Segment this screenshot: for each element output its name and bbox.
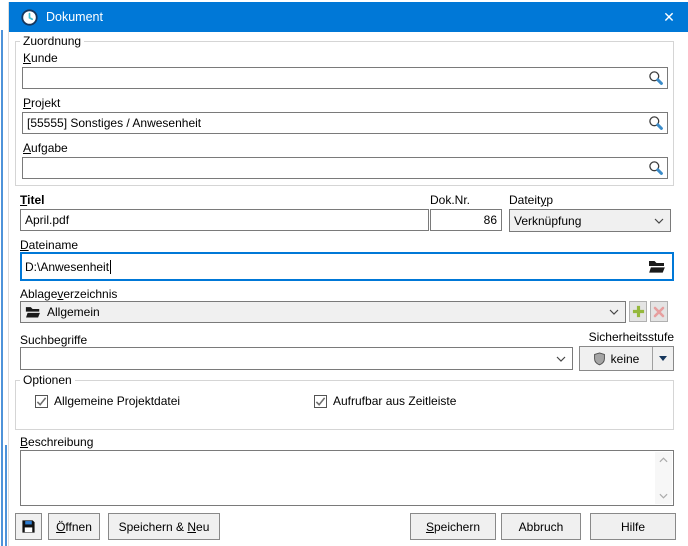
chevron-down-icon [609,309,619,315]
titel-input[interactable] [21,210,428,230]
dokument-dialog: Dokument ✕ Zuordnung Kunde Projekt Aufga… [8,2,688,546]
chevron-down-icon [659,493,668,499]
aufgabe-label: Aufgabe [23,141,68,155]
suchbegriffe-combo[interactable] [20,347,573,370]
sicherheitsstufe-button[interactable]: keine [579,346,674,371]
dateiname-label: Dateiname [20,238,78,252]
aufgabe-input[interactable] [23,158,667,178]
titel-label: Titel [20,193,44,207]
chevron-down-icon [654,218,664,224]
window-title: Dokument [46,10,103,24]
projekt-field [22,112,668,134]
background-window-edge [1,30,3,546]
save-icon [21,519,36,534]
projekt-input[interactable] [23,113,667,133]
checkbox-label: Aufrufbar aus Zeitleiste [333,394,456,408]
save-icon-button[interactable] [15,513,42,540]
chevron-down-icon [556,356,566,362]
kunde-input[interactable] [23,68,667,88]
folder-open-icon[interactable] [648,260,666,274]
speichern-button[interactable]: Speichern [410,513,496,540]
speichern-label: Speichern [426,520,480,534]
hilfe-label: Hilfe [621,520,645,534]
remove-folder-button[interactable] [650,301,668,322]
kunde-label: Kunde [23,51,58,65]
abbruch-button[interactable]: Abbruch [501,513,581,540]
aufgabe-field [22,157,668,179]
dateiname-value: D:\Anwesenheit [25,260,109,274]
search-icon[interactable] [648,160,664,176]
scroll-down-button[interactable] [655,488,672,504]
dateityp-select[interactable]: Verknüpfung [509,209,671,232]
titel-field [20,209,429,231]
hilfe-button[interactable]: Hilfe [590,513,676,540]
plus-icon [632,305,645,318]
search-icon[interactable] [648,115,664,131]
ablageverzeichnis-value: Allgemein [47,305,100,319]
checkbox-allgemeine-projektdatei[interactable]: Allgemeine Projektdatei [35,394,180,408]
dropdown-arrow-icon [659,356,667,361]
checkmark-icon [36,396,47,407]
sicherheitsstufe-main[interactable]: keine [580,347,652,370]
beschreibung-textarea[interactable] [20,450,674,506]
checkbox-box[interactable] [314,395,327,408]
abbruch-label: Abbruch [519,520,564,534]
checkbox-box[interactable] [35,395,48,408]
clock-app-icon [21,9,38,26]
dateityp-value: Verknüpfung [514,214,581,228]
close-button[interactable]: ✕ [649,2,688,32]
sicherheitsstufe-value: keine [611,352,640,366]
zuordnung-legend: Zuordnung [20,34,84,48]
kunde-field [22,67,668,89]
suchbegriffe-label: Suchbegriffe [20,333,87,347]
doknr-field [430,209,502,231]
close-icon: ✕ [663,9,675,26]
sicherheitsstufe-label: Sicherheitsstufe [579,330,674,344]
titlebar: Dokument ✕ [9,2,688,32]
optionen-legend: Optionen [20,373,75,387]
doknr-label: Dok.Nr. [430,193,470,207]
shield-icon [593,352,606,366]
speichern-und-neu-button[interactable]: Speichern & Neu [108,513,220,540]
background-window-edge [5,445,7,546]
oeffnen-label: Öffnen [56,520,92,534]
ablageverzeichnis-label: Ablageverzeichnis [20,287,117,301]
beschreibung-label: Beschreibung [20,435,93,449]
ablageverzeichnis-select[interactable]: Allgemein [20,301,626,323]
search-icon[interactable] [648,70,664,86]
checkbox-aufrufbar-aus-zeitleiste[interactable]: Aufrufbar aus Zeitleiste [314,394,456,408]
folder-icon [25,306,41,319]
checkbox-label: Allgemeine Projektdatei [54,394,180,408]
chevron-up-icon [659,457,668,463]
checkmark-icon [315,396,326,407]
doknr-input[interactable] [431,210,501,230]
dateiname-input[interactable]: D:\Anwesenheit [20,252,674,281]
projekt-label: Projekt [23,96,60,110]
dateityp-label: Dateityp [509,193,553,207]
oeffnen-button[interactable]: Öffnen [48,513,100,540]
vertical-scrollbar[interactable] [655,452,672,504]
x-icon [653,306,665,318]
speichern-und-neu-label: Speichern & Neu [119,520,210,534]
sicherheitsstufe-dropdown[interactable] [652,347,673,370]
add-folder-button[interactable] [629,301,647,322]
scroll-up-button[interactable] [655,452,672,468]
text-caret [110,260,111,274]
